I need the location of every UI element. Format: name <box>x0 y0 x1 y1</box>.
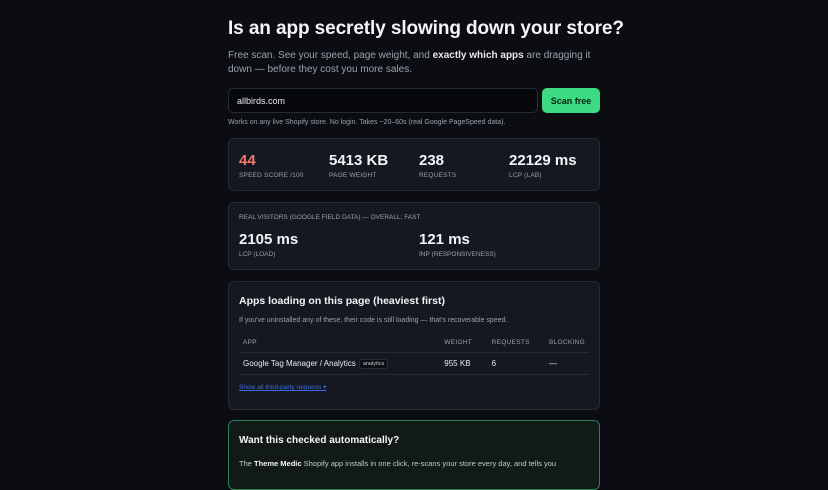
category-tag: analytics <box>358 358 389 369</box>
metric-label: LCP (LAB) <box>509 172 542 179</box>
apps-card: Apps loading on this page (heaviest firs… <box>228 281 600 410</box>
metric-label: SPEED SCORE /100 <box>239 172 304 179</box>
metric-label: REQUESTS <box>419 172 457 179</box>
metric-label: PAGE WEIGHT <box>329 172 377 179</box>
metric-value: 2105 ms <box>239 231 299 248</box>
scan-hint: Works on any live Shopify store. No logi… <box>228 119 506 126</box>
apps-table: APP WEIGHT REQUESTS BLOCKING Google Tag … <box>239 334 589 375</box>
metric-lcp-lab: 22129 ms LCP (LAB) <box>509 152 577 179</box>
cta-text-end: Shopify app installs in one click, re-sc… <box>301 459 557 468</box>
metric-value: 5413 KB <box>329 152 389 169</box>
apps-title: Apps loading on this page (heaviest firs… <box>239 295 445 307</box>
lede-text-start: Free scan. See your speed, page weight, … <box>228 50 433 61</box>
lede-emphasis: exactly which apps <box>432 50 524 61</box>
page-lede: Free scan. See your speed, page weight, … <box>228 49 600 77</box>
app-name: Google Tag Manager / Analytics <box>243 358 356 368</box>
page-title: Is an app secretly slowing down your sto… <box>228 18 624 39</box>
app-weight: 955 KB <box>440 352 488 375</box>
metric-value: 22129 ms <box>509 152 577 169</box>
metric-page-weight: 5413 KB PAGE WEIGHT <box>329 152 388 179</box>
metric-label: LCP (LOAD) <box>239 251 276 258</box>
table-row: Google Tag Manager / Analytics analytics … <box>239 352 589 375</box>
metric-lcp-load: 2105 ms LCP (LOAD) <box>239 231 298 258</box>
lab-metrics-card: 44 SPEED SCORE /100 5413 KB PAGE WEIGHT … <box>228 138 600 191</box>
metric-inp: 121 ms INP (RESPONSIVENESS) <box>419 231 496 258</box>
scan-form: Scan free <box>228 88 600 113</box>
cta-text-start: The <box>239 459 255 468</box>
column-header-requests: REQUESTS <box>487 334 545 353</box>
metric-value: 238 <box>419 152 445 169</box>
cta-app-name: Theme Medic <box>254 459 302 468</box>
store-url-input[interactable] <box>228 88 538 113</box>
metric-value: 44 <box>239 152 256 169</box>
apps-subtitle: If you've uninstalled any of these, thei… <box>239 317 508 324</box>
field-data-card: REAL VISITORS (GOOGLE FIELD DATA) — OVER… <box>228 202 600 270</box>
cta-body: The Theme Medic Shopify app installs in … <box>239 458 591 469</box>
scan-free-button[interactable]: Scan free <box>542 88 600 113</box>
metric-label: INP (RESPONSIVENESS) <box>419 251 496 258</box>
app-blocking: — <box>545 352 589 375</box>
app-requests: 6 <box>487 352 545 375</box>
field-data-heading: REAL VISITORS (GOOGLE FIELD DATA) — OVER… <box>239 214 421 221</box>
cta-card: Want this checked automatically? The The… <box>228 420 600 490</box>
column-header-weight: WEIGHT <box>440 334 488 353</box>
column-header-blocking: BLOCKING <box>545 334 589 353</box>
metric-value: 121 ms <box>419 231 470 248</box>
show-all-requests-link[interactable]: Show all third-party requests ▾ <box>239 383 326 391</box>
metric-speed-score: 44 SPEED SCORE /100 <box>239 152 304 179</box>
cta-title: Want this checked automatically? <box>239 435 400 446</box>
app-name-cell: Google Tag Manager / Analytics analytics <box>239 352 441 375</box>
column-header-app: APP <box>239 334 441 353</box>
table-header-row: APP WEIGHT REQUESTS BLOCKING <box>239 334 589 353</box>
metric-requests: 238 REQUESTS <box>419 152 456 179</box>
